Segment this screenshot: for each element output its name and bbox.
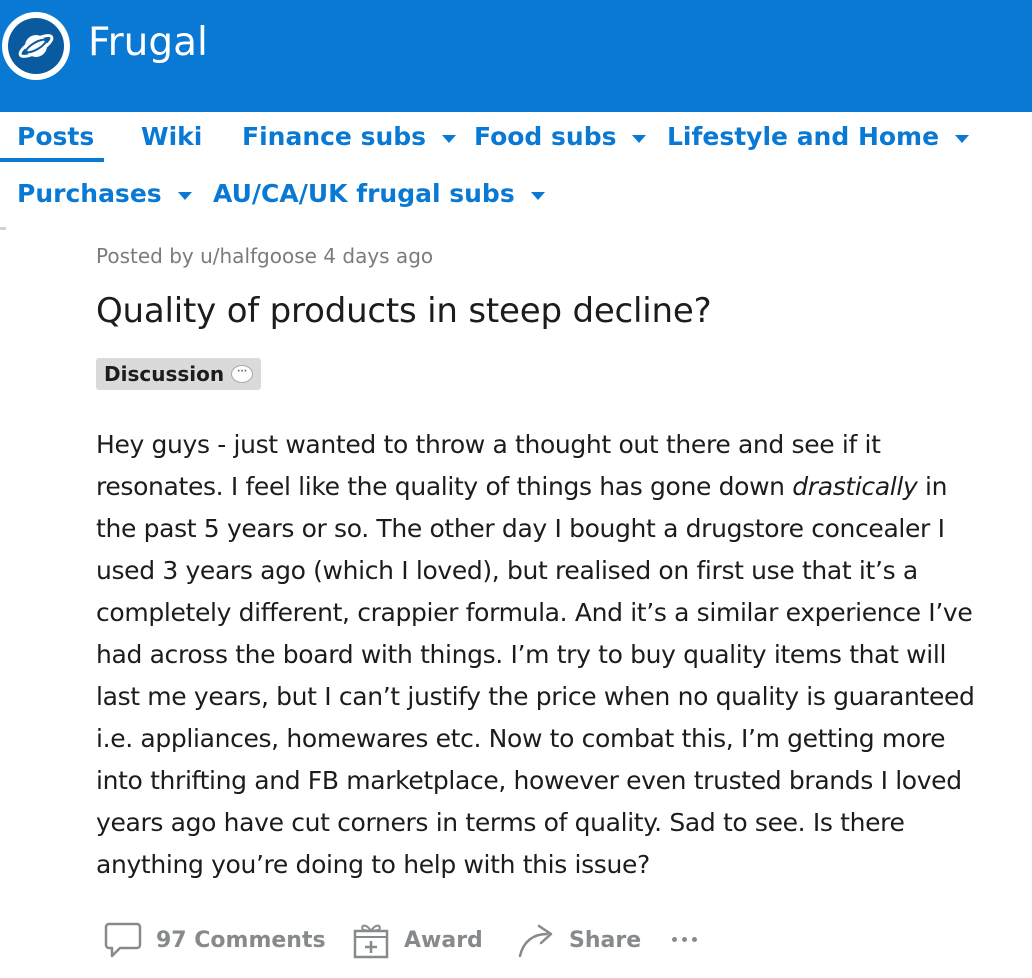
reddit-planet-icon <box>8 18 64 74</box>
tab-au-ca-uk-frugal-subs[interactable]: AU/CA/UK frugal subs <box>213 179 545 208</box>
post-body-line: Hey guys - just wanted to throw a though… <box>96 430 881 459</box>
tab-purchases[interactable]: Purchases <box>17 179 192 208</box>
tab-wiki-label: Wiki <box>141 122 203 151</box>
post-meta: Posted by u/halfgoose 4 days ago <box>96 244 434 268</box>
tab-purchases-label: Purchases <box>17 179 162 208</box>
tab-finance-subs-label: Finance subs <box>242 122 427 151</box>
chevron-down-icon <box>632 134 647 143</box>
tab-food-subs-label: Food subs <box>474 122 617 151</box>
gift-icon <box>353 924 389 959</box>
tab-posts-label: Posts <box>17 122 95 151</box>
award-button[interactable]: Award <box>352 915 483 965</box>
post-body-line: i.e. appliances, homewares etc. Now to c… <box>96 724 946 753</box>
active-tab-indicator <box>0 158 104 162</box>
post-actions: 97 Comments Award Share <box>96 915 1032 965</box>
award-label: Award <box>404 927 483 953</box>
more-dot <box>682 937 687 942</box>
subreddit-name: Frugal <box>88 20 208 65</box>
tab-food-subs[interactable]: Food subs <box>474 122 647 151</box>
subreddit-nav: Posts Wiki Finance subs Food subs Lifest… <box>0 112 1032 227</box>
body-text-segment: in <box>917 472 948 501</box>
post-flair[interactable]: Discussion ··· <box>96 358 262 390</box>
chevron-down-icon <box>530 191 545 200</box>
post-card[interactable]: Posted by u/halfgoose 4 days ago Quality… <box>0 227 1032 978</box>
tab-wiki[interactable]: Wiki <box>141 122 202 151</box>
tab-lifestyle-and-home[interactable]: Lifestyle and Home <box>667 122 970 151</box>
more-icon[interactable] <box>672 937 697 942</box>
more-dot <box>672 937 677 942</box>
subreddit-banner: Frugal <box>0 0 1032 112</box>
comment-icon <box>104 922 142 958</box>
tab-posts[interactable]: Posts <box>17 122 94 151</box>
body-text-segment: resonates. I feel like the quality of th… <box>96 472 793 501</box>
tab-lifestyle-and-home-label: Lifestyle and Home <box>667 122 940 151</box>
body-emphasis: drastically <box>792 472 918 501</box>
tab-au-ca-uk-frugal-subs-label: AU/CA/UK frugal subs <box>213 179 515 208</box>
post-body-line: the past 5 years or so. The other day I … <box>96 514 945 543</box>
post-body-line: used 3 years ago (which I loved), but re… <box>96 556 918 585</box>
speech-bubble-icon: ··· <box>231 365 254 383</box>
comments-label: 97 Comments <box>156 927 326 953</box>
flair-label: Discussion <box>104 362 225 386</box>
post-body-line: resonates. I feel like the quality of th… <box>96 466 1032 508</box>
post-body-line: completely different, crappier formula. … <box>96 598 973 627</box>
card-edge <box>0 227 6 230</box>
tab-finance-subs[interactable]: Finance subs <box>242 122 457 151</box>
share-icon <box>518 924 553 958</box>
post-body-line: last me years, but I can’t justify the p… <box>96 682 975 711</box>
post-body-line: into thrifting and FB marketplace, howev… <box>96 766 962 795</box>
share-button[interactable]: Share <box>517 915 641 965</box>
chevron-down-icon <box>177 191 192 200</box>
comments-button[interactable]: 97 Comments <box>104 915 326 965</box>
chevron-down-icon <box>442 134 457 143</box>
more-dot <box>692 937 697 942</box>
share-label: Share <box>569 927 642 953</box>
post-body-line: anything you’re doing to help with this … <box>96 850 650 879</box>
post-title[interactable]: Quality of products in steep decline? <box>96 291 712 331</box>
post-body-line: years ago have cut corners in terms of q… <box>96 808 905 837</box>
chevron-down-icon <box>955 134 970 143</box>
subreddit-logo[interactable] <box>2 12 70 80</box>
post-body: Hey guys - just wanted to throw a though… <box>96 424 1032 886</box>
post-body-line: had across the board with things. I’m tr… <box>96 640 947 669</box>
